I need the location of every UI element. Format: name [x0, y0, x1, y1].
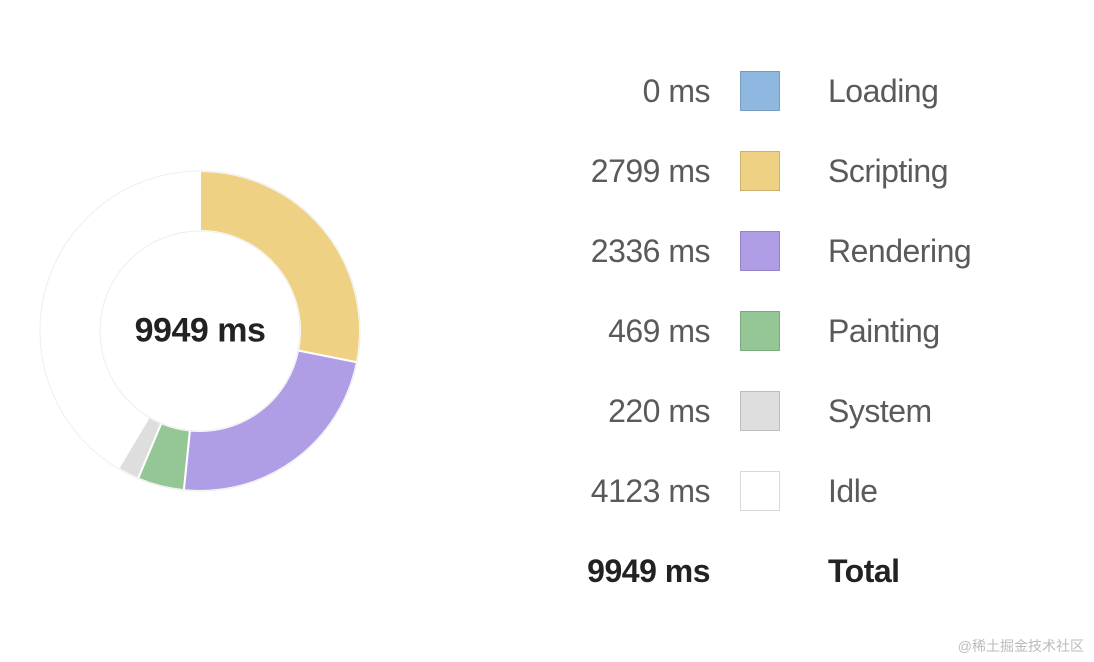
- legend-value: 2799 ms: [400, 153, 710, 190]
- legend-row-loading: 0 ms Loading: [400, 71, 1094, 111]
- legend-swatch: [740, 151, 780, 191]
- donut-chart-area: 9949 ms: [0, 0, 400, 662]
- legend-label: System: [828, 393, 932, 430]
- legend-row-scripting: 2799 ms Scripting: [400, 151, 1094, 191]
- legend-label: Scripting: [828, 153, 948, 190]
- legend-total-value: 9949 ms: [400, 553, 710, 590]
- legend-total-label: Total: [828, 553, 900, 590]
- legend-label: Loading: [828, 73, 938, 110]
- legend: 0 ms Loading 2799 ms Scripting 2336 ms Render…: [400, 31, 1094, 631]
- legend-row-painting: 469 ms Painting: [400, 311, 1094, 351]
- legend-value: 0 ms: [400, 73, 710, 110]
- donut-center-label: 9949 ms: [135, 312, 266, 351]
- legend-row-total: 9949 ms Total: [400, 551, 1094, 591]
- legend-value: 469 ms: [400, 313, 710, 350]
- legend-value: 220 ms: [400, 393, 710, 430]
- legend-value: 2336 ms: [400, 233, 710, 270]
- legend-swatch: [740, 391, 780, 431]
- legend-value: 4123 ms: [400, 473, 710, 510]
- legend-swatch-empty: [740, 551, 780, 591]
- legend-row-system: 220 ms System: [400, 391, 1094, 431]
- watermark: @稀土掘金技术社区: [958, 636, 1084, 656]
- legend-swatch: [740, 471, 780, 511]
- legend-label: Painting: [828, 313, 940, 350]
- legend-swatch: [740, 71, 780, 111]
- legend-label: Idle: [828, 473, 878, 510]
- legend-label: Rendering: [828, 233, 971, 270]
- legend-row-rendering: 2336 ms Rendering: [400, 231, 1094, 271]
- donut-slice-rendering: [184, 351, 357, 491]
- legend-row-idle: 4123 ms Idle: [400, 471, 1094, 511]
- legend-swatch: [740, 311, 780, 351]
- donut-chart: 9949 ms: [30, 161, 370, 501]
- legend-swatch: [740, 231, 780, 271]
